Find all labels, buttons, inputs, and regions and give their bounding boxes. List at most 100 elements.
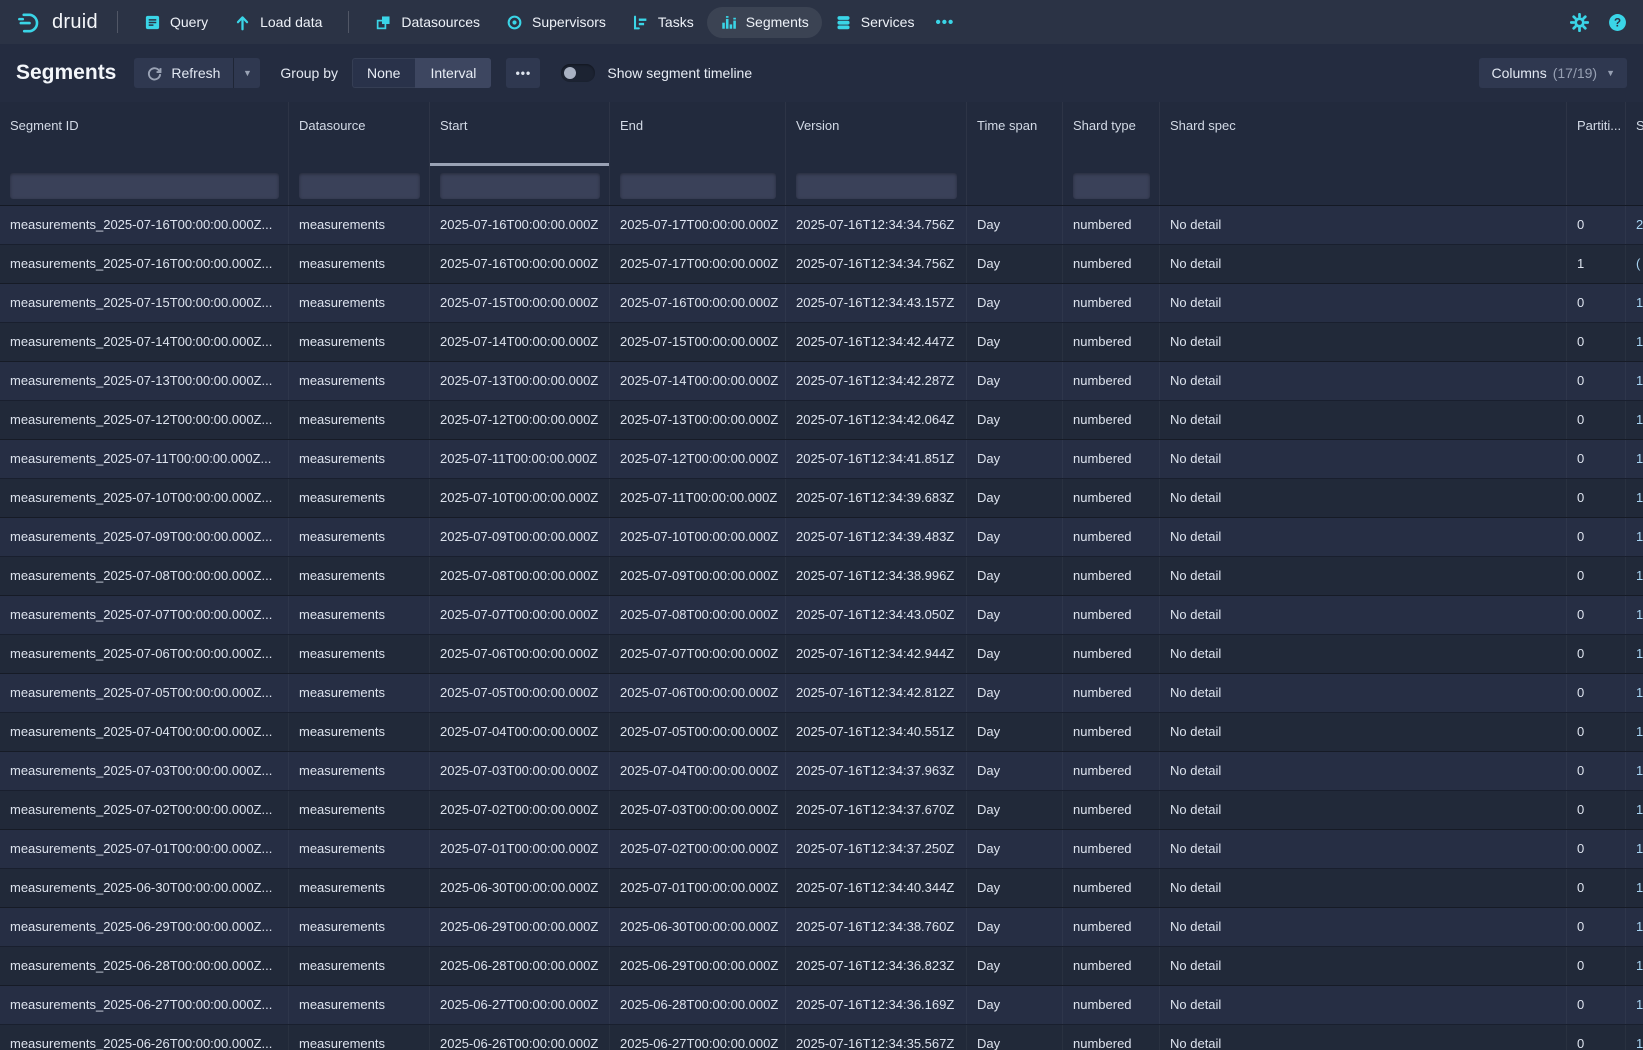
cell-end[interactable]: 2025-07-14T00:00:00.000Z xyxy=(610,362,786,400)
cell-partition[interactable]: 0 xyxy=(1567,401,1626,439)
cell-segment-id[interactable]: measurements_2025-06-27T00:00:00.000Z... xyxy=(0,986,289,1024)
cell-time-span[interactable]: Day xyxy=(967,557,1063,595)
cell-end[interactable]: 2025-06-28T00:00:00.000Z xyxy=(610,986,786,1024)
cell-datasource[interactable]: measurements xyxy=(289,713,430,751)
cell-end[interactable]: 2025-07-06T00:00:00.000Z xyxy=(610,674,786,712)
cell-version[interactable]: 2025-07-16T12:34:39.683Z xyxy=(786,479,967,517)
cell-shard-type[interactable]: numbered xyxy=(1063,947,1160,985)
column-header-time-span[interactable]: Time span xyxy=(967,102,1063,166)
nav-item-load-data[interactable]: Load data xyxy=(221,7,335,38)
column-header-segment-id[interactable]: Segment ID xyxy=(0,102,289,166)
cell-shard-spec[interactable]: No detail xyxy=(1160,947,1567,985)
cell-shard-spec[interactable]: No detail xyxy=(1160,830,1567,868)
cell-shard-spec[interactable]: No detail xyxy=(1160,986,1567,1024)
cell-time-span[interactable]: Day xyxy=(967,401,1063,439)
cell-shard-type[interactable]: numbered xyxy=(1063,323,1160,361)
cell-partition[interactable]: 0 xyxy=(1567,284,1626,322)
cell-partition[interactable]: 0 xyxy=(1567,986,1626,1024)
cell-time-span[interactable]: Day xyxy=(967,323,1063,361)
cell-shard-type[interactable]: numbered xyxy=(1063,518,1160,556)
cell-time-span[interactable]: Day xyxy=(967,752,1063,790)
cell-start[interactable]: 2025-07-02T00:00:00.000Z xyxy=(430,791,610,829)
cell-time-span[interactable]: Day xyxy=(967,440,1063,478)
cell-partition[interactable]: 0 xyxy=(1567,674,1626,712)
cell-segment-id[interactable]: measurements_2025-07-15T00:00:00.000Z... xyxy=(0,284,289,322)
cell-size[interactable]: 1 xyxy=(1626,830,1643,868)
column-header-end[interactable]: End xyxy=(610,102,786,166)
cell-segment-id[interactable]: measurements_2025-07-05T00:00:00.000Z... xyxy=(0,674,289,712)
cell-datasource[interactable]: measurements xyxy=(289,869,430,907)
cell-datasource[interactable]: measurements xyxy=(289,518,430,556)
cell-shard-spec[interactable]: No detail xyxy=(1160,518,1567,556)
cell-size[interactable]: ( xyxy=(1626,245,1643,283)
cell-version[interactable]: 2025-07-16T12:34:37.250Z xyxy=(786,830,967,868)
refresh-button[interactable]: Refresh xyxy=(134,58,233,88)
cell-shard-spec[interactable]: No detail xyxy=(1160,713,1567,751)
cell-shard-type[interactable]: numbered xyxy=(1063,245,1160,283)
cell-segment-id[interactable]: measurements_2025-07-06T00:00:00.000Z... xyxy=(0,635,289,673)
cell-datasource[interactable]: measurements xyxy=(289,323,430,361)
cell-end[interactable]: 2025-07-08T00:00:00.000Z xyxy=(610,596,786,634)
cell-version[interactable]: 2025-07-16T12:34:43.050Z xyxy=(786,596,967,634)
cell-time-span[interactable]: Day xyxy=(967,947,1063,985)
cell-version[interactable]: 2025-07-16T12:34:38.760Z xyxy=(786,908,967,946)
filter-input-datasource[interactable] xyxy=(299,173,420,199)
cell-size[interactable]: 1 xyxy=(1626,362,1643,400)
segment-timeline-toggle[interactable] xyxy=(561,64,595,82)
cell-time-span[interactable]: Day xyxy=(967,284,1063,322)
cell-segment-id[interactable]: measurements_2025-07-01T00:00:00.000Z... xyxy=(0,830,289,868)
cell-version[interactable]: 2025-07-16T12:34:43.157Z xyxy=(786,284,967,322)
cell-size[interactable]: 1 xyxy=(1626,791,1643,829)
column-header-version[interactable]: Version xyxy=(786,102,967,166)
cell-version[interactable]: 2025-07-16T12:34:36.823Z xyxy=(786,947,967,985)
filter-input-shard-type[interactable] xyxy=(1073,173,1150,199)
cell-segment-id[interactable]: measurements_2025-06-28T00:00:00.000Z... xyxy=(0,947,289,985)
cell-segment-id[interactable]: measurements_2025-07-02T00:00:00.000Z... xyxy=(0,791,289,829)
group-by-none-button[interactable]: None xyxy=(352,58,415,88)
columns-button[interactable]: Columns (17/19) ▼ xyxy=(1479,58,1627,88)
cell-shard-spec[interactable]: No detail xyxy=(1160,401,1567,439)
cell-end[interactable]: 2025-07-01T00:00:00.000Z xyxy=(610,869,786,907)
cell-shard-type[interactable]: numbered xyxy=(1063,791,1160,829)
cell-end[interactable]: 2025-06-27T00:00:00.000Z xyxy=(610,1025,786,1050)
cell-start[interactable]: 2025-06-29T00:00:00.000Z xyxy=(430,908,610,946)
cell-version[interactable]: 2025-07-16T12:34:38.996Z xyxy=(786,557,967,595)
cell-datasource[interactable]: measurements xyxy=(289,284,430,322)
cell-end[interactable]: 2025-07-07T00:00:00.000Z xyxy=(610,635,786,673)
cell-version[interactable]: 2025-07-16T12:34:37.670Z xyxy=(786,791,967,829)
cell-start[interactable]: 2025-07-16T00:00:00.000Z xyxy=(430,206,610,244)
cell-partition[interactable]: 0 xyxy=(1567,596,1626,634)
cell-shard-spec[interactable]: No detail xyxy=(1160,791,1567,829)
cell-time-span[interactable]: Day xyxy=(967,830,1063,868)
cell-shard-type[interactable]: numbered xyxy=(1063,830,1160,868)
nav-item-query[interactable]: Query xyxy=(131,7,221,38)
cell-shard-spec[interactable]: No detail xyxy=(1160,908,1567,946)
cell-start[interactable]: 2025-07-16T00:00:00.000Z xyxy=(430,245,610,283)
cell-shard-type[interactable]: numbered xyxy=(1063,986,1160,1024)
cell-shard-type[interactable]: numbered xyxy=(1063,908,1160,946)
cell-time-span[interactable]: Day xyxy=(967,206,1063,244)
cell-partition[interactable]: 0 xyxy=(1567,1025,1626,1050)
cell-shard-type[interactable]: numbered xyxy=(1063,440,1160,478)
nav-item-tasks[interactable]: Tasks xyxy=(619,7,707,38)
cell-shard-spec[interactable]: No detail xyxy=(1160,1025,1567,1050)
cell-size[interactable]: 1 xyxy=(1626,284,1643,322)
cell-start[interactable]: 2025-07-13T00:00:00.000Z xyxy=(430,362,610,400)
cell-end[interactable]: 2025-07-13T00:00:00.000Z xyxy=(610,401,786,439)
cell-datasource[interactable]: measurements xyxy=(289,440,430,478)
cell-partition[interactable]: 0 xyxy=(1567,791,1626,829)
cell-version[interactable]: 2025-07-16T12:34:42.944Z xyxy=(786,635,967,673)
cell-shard-type[interactable]: numbered xyxy=(1063,479,1160,517)
cell-time-span[interactable]: Day xyxy=(967,245,1063,283)
cell-time-span[interactable]: Day xyxy=(967,674,1063,712)
cell-datasource[interactable]: measurements xyxy=(289,791,430,829)
cell-end[interactable]: 2025-07-15T00:00:00.000Z xyxy=(610,323,786,361)
cell-start[interactable]: 2025-07-06T00:00:00.000Z xyxy=(430,635,610,673)
column-header-partition[interactable]: Partiti... xyxy=(1567,102,1626,166)
cell-segment-id[interactable]: measurements_2025-07-03T00:00:00.000Z... xyxy=(0,752,289,790)
cell-start[interactable]: 2025-07-14T00:00:00.000Z xyxy=(430,323,610,361)
cell-size[interactable]: 1 xyxy=(1626,440,1643,478)
cell-start[interactable]: 2025-07-08T00:00:00.000Z xyxy=(430,557,610,595)
cell-datasource[interactable]: measurements xyxy=(289,401,430,439)
cell-segment-id[interactable]: measurements_2025-07-16T00:00:00.000Z... xyxy=(0,206,289,244)
